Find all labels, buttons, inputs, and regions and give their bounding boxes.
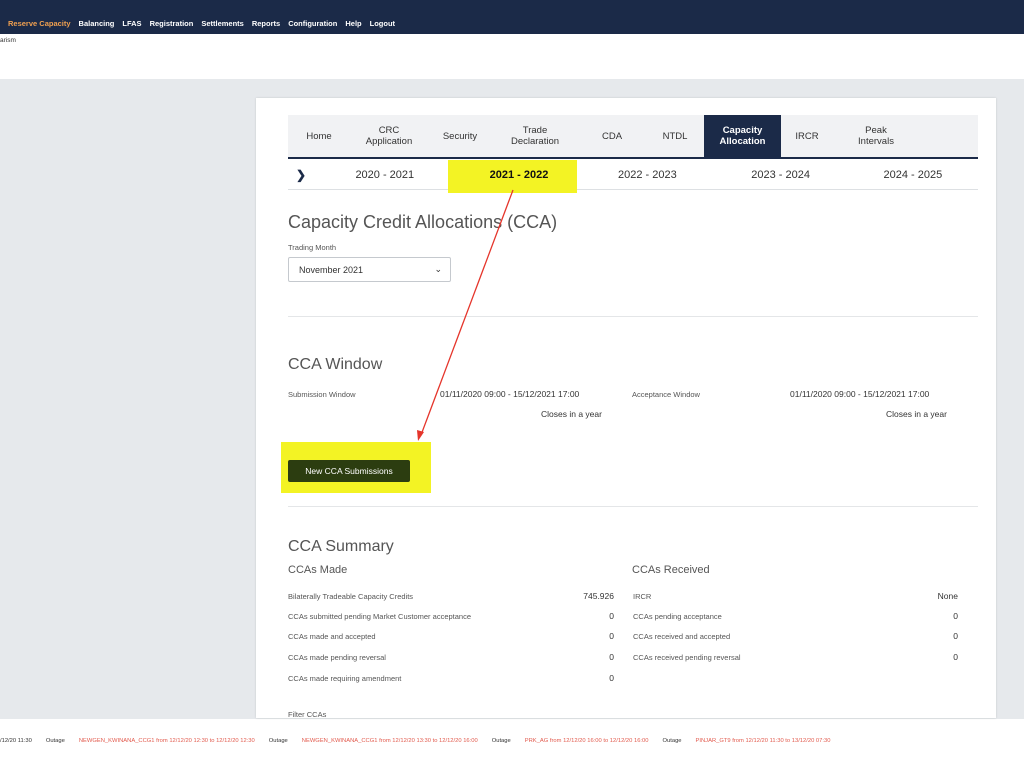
acceptance-window-status: Closes in a year (886, 409, 947, 419)
nav-item-registration[interactable]: Registration (150, 19, 194, 28)
tab-label: CDA (602, 131, 622, 142)
ccas-received-row-value: 0 (953, 611, 958, 621)
nav-item-help[interactable]: Help (345, 19, 361, 28)
tab-label-line2: Declaration (510, 136, 560, 147)
tab-peak-intervals[interactable]: Peak Intervals (833, 115, 919, 157)
ccas-made-row-label: CCAs made requiring amendment (288, 674, 402, 683)
ticker-item: Outage (491, 738, 511, 744)
section-tabs: Home CRC Application Security Trade Declarati… (288, 115, 978, 159)
tab-label: NTDL (663, 131, 688, 142)
ccas-received-row-label: CCAs received and accepted (633, 632, 731, 641)
ticker-item: NEWGEN_KWINANA_CCG1 from 12/12/20 13:30 … (301, 738, 478, 744)
tab-cda[interactable]: CDA (578, 115, 646, 157)
tab-label-line1: IRCR (795, 130, 819, 142)
ticker-item: Outage (662, 738, 682, 744)
tab-label-line1: NTDL (662, 130, 688, 142)
tab-capacity-allocation[interactable]: Capacity Allocation (704, 115, 781, 157)
top-navigation-bar: Reserve Capacity Balancing LFAS Registratio… (0, 0, 1024, 34)
new-cca-submissions-button[interactable]: New CCA Submissions (288, 460, 410, 482)
submission-window-status: Closes in a year (541, 409, 602, 419)
tab-label-line1: Security (442, 130, 478, 142)
tab-label-line2: Allocation (719, 136, 766, 147)
ticker-item: NEWGEN_KWINANA_CCG1 from 12/12/20 12:30 … (78, 738, 255, 744)
tabs-underline (288, 157, 978, 159)
divider (288, 506, 978, 507)
trading-month-select[interactable]: November 2021 ⌄ (288, 257, 451, 282)
acceptance-window-value: 01/11/2020 09:00 - 15/12/2021 17:00 (790, 389, 930, 399)
tab-label: IRCR (795, 131, 818, 142)
tab-ntdl[interactable]: NTDL (646, 115, 704, 157)
year-row-overlay: 2020 - 2021 2021 - 2022 2022 - 2023 2023 - … (288, 160, 978, 190)
trading-month-value: November 2021 (299, 265, 364, 275)
tab-crc-application[interactable]: CRC Application (350, 115, 428, 157)
tab-label-line1: Trade (522, 125, 548, 136)
submission-window-value: 01/11/2020 09:00 - 15/12/2021 17:00 (440, 389, 580, 399)
tab-label-line2: Application (365, 136, 413, 147)
filter-ccas-label: Filter CCAs (288, 710, 327, 718)
tab-trade-declaration[interactable]: Trade Declaration (492, 115, 578, 157)
ccas-received-row-value: 0 (953, 631, 958, 641)
ccas-made-row-value: 0 (609, 673, 614, 683)
year-tab-2021-2022[interactable]: 2021 - 2022 (457, 169, 582, 181)
tab-label: Trade Declaration (511, 125, 559, 147)
ccas-made-title: CCAs Made (288, 564, 348, 576)
tab-label: Security (443, 131, 477, 142)
ccas-made-row-value: 0 (609, 652, 614, 662)
ccas-made-row-label: CCAs made and accepted (288, 632, 376, 641)
nav-item-reports[interactable]: Reports (252, 19, 280, 28)
cca-summary-title: CCA Summary (288, 538, 394, 555)
tab-security[interactable]: Security (428, 115, 492, 157)
tab-label-line1: Home (306, 130, 332, 142)
ccas-made-row-value: 0 (609, 611, 614, 621)
ccas-received-title: CCAs Received (632, 564, 710, 576)
ccas-received-row-value: 0 (953, 652, 958, 662)
tab-label: Home (306, 131, 331, 142)
divider (288, 316, 978, 317)
tab-label-line1: Peak (865, 125, 887, 136)
ticker-item: PRK_AG from 12/12/20 16:00 to 12/12/20 1… (524, 738, 649, 744)
outage-ticker: /12/20 11:30 Outage NEWGEN_KWINANA_CCG1 fr… (0, 738, 1024, 744)
nav-item-configuration[interactable]: Configuration (288, 19, 337, 28)
ccas-made-row-label: CCAs submitted pending Market Customer a… (288, 612, 472, 621)
year-tab-2023-2024[interactable]: 2023 - 2024 (714, 169, 848, 181)
nav-item-logout[interactable]: Logout (370, 19, 395, 28)
ticker-item: /12/20 11:30 (0, 738, 32, 744)
ticker-item: Outage (45, 738, 65, 744)
tab-label-line1: CDA (601, 130, 623, 142)
ccas-received-row-label: CCAs pending acceptance (633, 612, 722, 621)
ccas-received-row-label: CCAs received pending reversal (633, 653, 741, 662)
tab-label-line1: Capacity (722, 125, 763, 136)
ticker-item: PINJAR_GT9 from 12/12/20 11:30 to 13/12/… (695, 738, 831, 744)
user-name: arism (0, 37, 16, 44)
page-title: Capacity Credit Allocations (CCA) (288, 212, 558, 232)
trading-month-label: Trading Month (288, 243, 337, 252)
year-tab-2024-2025[interactable]: 2024 - 2025 (848, 169, 978, 181)
tab-label-line2: Intervals (858, 136, 894, 147)
year-tab-2022-2023[interactable]: 2022 - 2023 (581, 169, 713, 181)
tab-ircr[interactable]: IRCR (781, 115, 833, 157)
ccas-made-row-label: Bilaterally Tradeable Capacity Credits (288, 592, 414, 601)
ccas-received-row-label: IRCR (633, 592, 652, 601)
tab-home[interactable]: Home (288, 115, 350, 157)
ccas-made-row-value: 745.926 (583, 591, 614, 601)
ccas-received-row-value: None (937, 591, 958, 601)
content-card: Home CRC Application Security Trade Declarati… (256, 98, 996, 718)
year-tab-2020-2021[interactable]: 2020 - 2021 (313, 169, 457, 181)
tab-label: Peak Intervals (858, 125, 894, 147)
cca-window-title: CCA Window (288, 356, 383, 373)
ccas-made-row-value: 0 (609, 631, 614, 641)
chevron-down-icon: ⌄ (434, 264, 442, 274)
main-menu: Reserve Capacity Balancing LFAS Registratio… (8, 19, 395, 28)
submission-window-label: Submission Window (288, 390, 356, 399)
acceptance-window-label: Acceptance Window (632, 390, 700, 399)
ticker-item: Outage (268, 738, 288, 744)
nav-item-reserve-capacity[interactable]: Reserve Capacity (8, 19, 71, 28)
tab-label-line1: CRC (378, 125, 400, 136)
tab-label: CRC Application (366, 125, 412, 147)
ccas-made-row-label: CCAs made pending reversal (288, 653, 386, 662)
tab-label: Capacity Allocation (720, 125, 766, 147)
nav-item-lfas[interactable]: LFAS (122, 19, 141, 28)
nav-item-balancing[interactable]: Balancing (79, 19, 115, 28)
nav-item-settlements[interactable]: Settlements (201, 19, 244, 28)
